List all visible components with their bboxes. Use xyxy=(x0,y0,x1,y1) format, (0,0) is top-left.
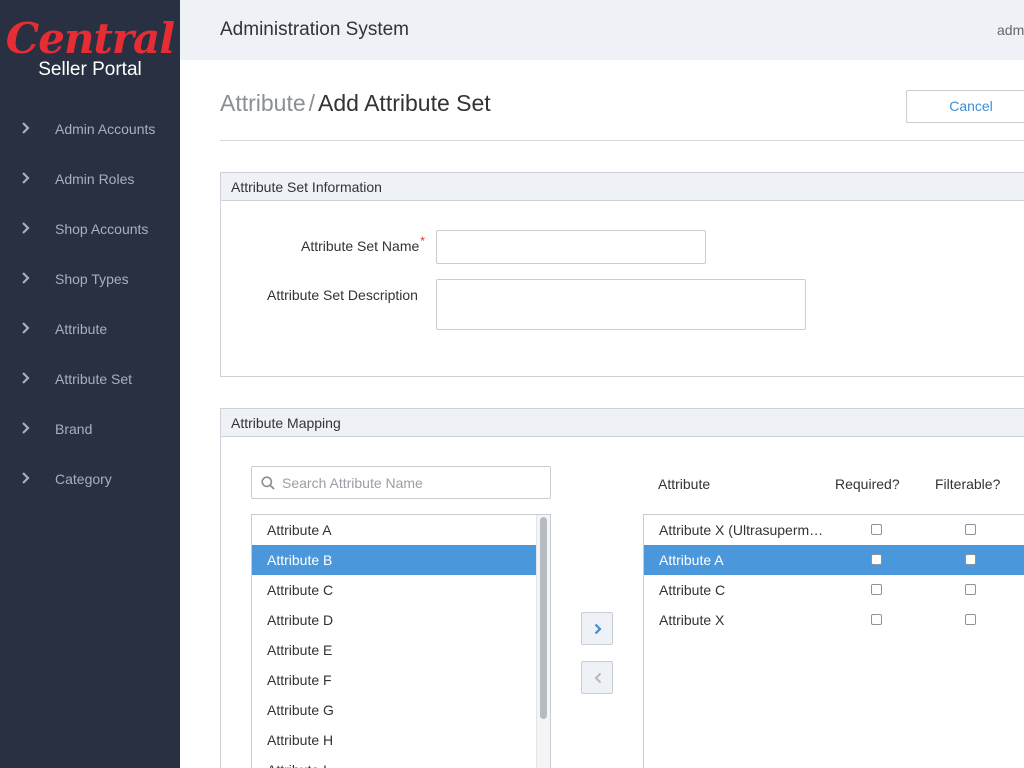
list-item[interactable]: Attribute D xyxy=(252,605,536,635)
attribute-set-description-input[interactable] xyxy=(436,279,806,330)
attribute-search xyxy=(251,466,551,499)
sidebar-item-shop-types[interactable]: Shop Types xyxy=(0,254,180,304)
attribute-set-description-label: Attribute Set Description xyxy=(267,287,418,303)
required-checkbox[interactable] xyxy=(871,614,882,625)
add-attribute-button[interactable] xyxy=(581,612,613,645)
list-item[interactable]: Attribute F xyxy=(252,665,536,695)
table-row[interactable]: Attribute X xyxy=(644,605,1024,635)
attribute-mapping-panel: Attribute Mapping Attribute A Attribute … xyxy=(220,408,1024,768)
remove-attribute-button[interactable] xyxy=(581,661,613,694)
breadcrumb-parent-link[interactable]: Attribute xyxy=(220,90,306,116)
list-item[interactable]: Attribute E xyxy=(252,635,536,665)
sidebar-item-label: Brand xyxy=(55,421,93,437)
table-row[interactable]: Attribute X (Ultrasuperm… xyxy=(644,515,1024,545)
list-item[interactable]: Attribute I xyxy=(252,755,536,768)
column-header-attribute: Attribute xyxy=(658,476,711,492)
top-bar: Administration System adm xyxy=(180,0,1024,60)
sidebar-item-admin-accounts[interactable]: Admin Accounts xyxy=(0,104,180,154)
scrollbar-thumb[interactable] xyxy=(540,517,547,719)
chevron-right-icon xyxy=(22,372,30,384)
required-checkbox[interactable] xyxy=(871,554,882,565)
sidebar-nav: Admin Accounts Admin Roles Shop Accounts… xyxy=(0,104,180,504)
scrollbar[interactable] xyxy=(536,515,550,768)
required-marker: * xyxy=(420,234,425,248)
attribute-name: Attribute X xyxy=(659,612,725,628)
table-row[interactable]: Attribute C xyxy=(644,575,1024,605)
sidebar-item-label: Category xyxy=(55,471,112,487)
column-header-filterable: Filterable? xyxy=(935,476,1001,492)
sidebar-item-category[interactable]: Category xyxy=(0,454,180,504)
cancel-button[interactable]: Cancel xyxy=(906,90,1024,123)
list-item[interactable]: Attribute H xyxy=(252,725,536,755)
panel-title: Attribute Set Information xyxy=(221,173,1024,201)
sidebar-item-label: Shop Accounts xyxy=(55,221,149,237)
panel-title: Attribute Mapping xyxy=(221,409,1024,437)
chevron-right-icon xyxy=(22,422,30,434)
available-attributes-list[interactable]: Attribute A Attribute B Attribute C Attr… xyxy=(251,514,551,768)
chevron-right-icon xyxy=(22,472,30,484)
sidebar-item-shop-accounts[interactable]: Shop Accounts xyxy=(0,204,180,254)
breadcrumb-separator: / xyxy=(308,90,316,116)
filterable-checkbox[interactable] xyxy=(965,584,976,595)
chevron-right-icon xyxy=(22,122,30,134)
logo-script: Central xyxy=(5,14,175,63)
attribute-set-name-input[interactable] xyxy=(436,230,706,264)
required-checkbox[interactable] xyxy=(871,524,882,535)
brand-logo[interactable]: Central Seller Portal xyxy=(0,0,180,100)
list-item[interactable]: Attribute G xyxy=(252,695,536,725)
list-item[interactable]: Attribute A xyxy=(252,515,536,545)
sidebar-item-label: Shop Types xyxy=(55,271,129,287)
field-label-text: Attribute Set Name xyxy=(301,238,420,254)
sidebar-item-label: Admin Roles xyxy=(55,171,135,187)
chevron-right-icon xyxy=(594,623,602,635)
column-header-required: Required? xyxy=(835,476,900,492)
attribute-name: Attribute X (Ultrasuperm… xyxy=(659,522,824,538)
app-title: Administration System xyxy=(220,19,410,40)
required-checkbox[interactable] xyxy=(871,584,882,595)
search-input[interactable] xyxy=(282,468,542,497)
selected-attributes-list[interactable]: Attribute X (Ultrasuperm… Attribute A At… xyxy=(643,514,1024,768)
filterable-checkbox[interactable] xyxy=(965,614,976,625)
attribute-name: Attribute C xyxy=(659,582,726,598)
sidebar-item-attribute-set[interactable]: Attribute Set xyxy=(0,354,180,404)
search-icon xyxy=(261,476,275,490)
sidebar-item-label: Attribute xyxy=(55,321,108,337)
sidebar-item-label: Admin Accounts xyxy=(55,121,156,137)
user-menu[interactable]: adm xyxy=(997,22,1024,38)
chevron-left-icon xyxy=(594,672,602,684)
list-item[interactable]: Attribute C xyxy=(252,575,536,605)
filterable-checkbox[interactable] xyxy=(965,524,976,535)
breadcrumb: Attribute / Add Attribute Set xyxy=(220,90,491,117)
heading-divider xyxy=(220,140,1024,141)
chevron-right-icon xyxy=(22,222,30,234)
chevron-right-icon xyxy=(22,172,30,184)
sidebar-item-admin-roles[interactable]: Admin Roles xyxy=(0,154,180,204)
sidebar-item-label: Attribute Set xyxy=(55,371,133,387)
attribute-set-info-panel: Attribute Set Information Attribute Set … xyxy=(220,172,1024,377)
table-row[interactable]: Attribute A xyxy=(644,545,1024,575)
attribute-name: Attribute A xyxy=(659,552,724,568)
chevron-right-icon xyxy=(22,322,30,334)
logo-subtitle: Seller Portal xyxy=(38,59,142,80)
attribute-set-name-label: Attribute Set Name* xyxy=(301,234,425,254)
chevron-right-icon xyxy=(22,272,30,284)
list-item[interactable]: Attribute B xyxy=(252,545,536,575)
sidebar: Central Seller Portal Admin Accounts Adm… xyxy=(0,0,180,768)
sidebar-item-brand[interactable]: Brand xyxy=(0,404,180,454)
sidebar-item-attribute[interactable]: Attribute xyxy=(0,304,180,354)
filterable-checkbox[interactable] xyxy=(965,554,976,565)
page-title: Add Attribute Set xyxy=(318,90,491,116)
